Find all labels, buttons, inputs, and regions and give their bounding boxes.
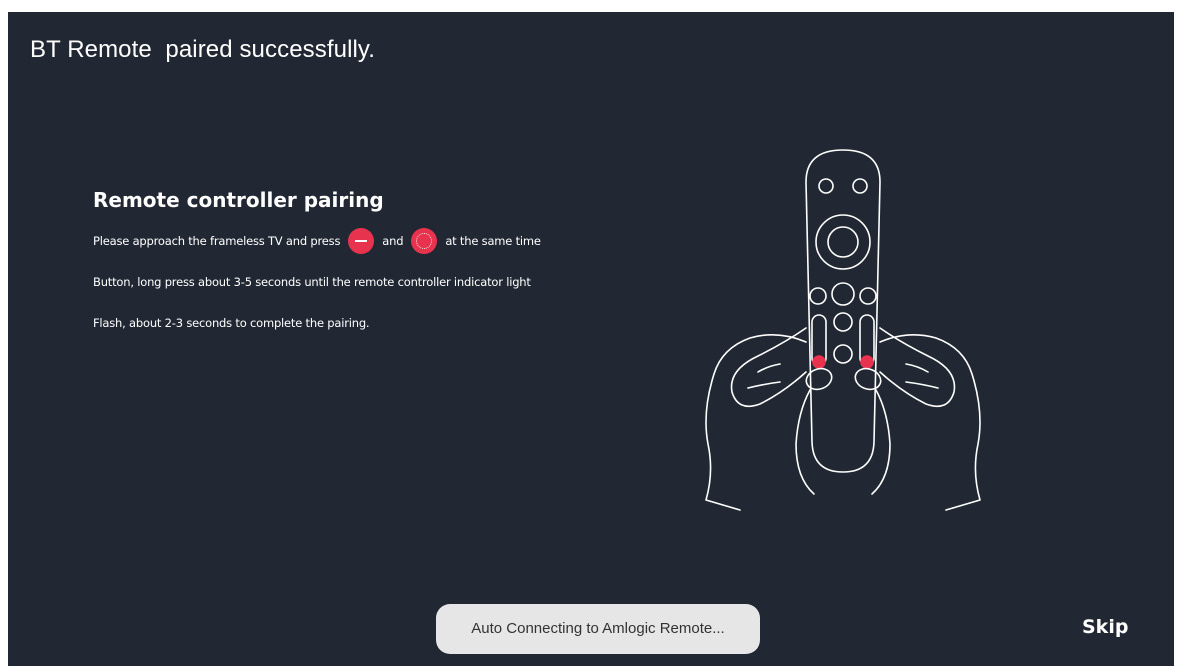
hands-holding-remote-icon — [705, 149, 981, 511]
instruction-line-1: Please approach the frameless TV and pre… — [93, 228, 693, 254]
minus-button-icon — [348, 228, 375, 254]
pairing-heading: Remote controller pairing — [93, 188, 384, 212]
pairing-screen: BT Remote paired successfully. Remote co… — [8, 12, 1174, 666]
dpad-button-icon — [411, 228, 438, 254]
instruction-line-3: Flash, about 2-3 seconds to complete the… — [93, 316, 370, 330]
pairing-status-title: BT Remote paired successfully. — [30, 36, 376, 63]
instruction-text: and — [382, 234, 404, 248]
instruction-line-2: Button, long press about 3-5 seconds unt… — [93, 275, 531, 289]
instruction-text: Please approach the frameless TV and pre… — [93, 234, 341, 248]
skip-button[interactable]: Skip — [1082, 616, 1128, 638]
instruction-text: at the same time — [445, 234, 541, 248]
connection-toast: Auto Connecting to Amlogic Remote... — [436, 604, 760, 654]
pairing-instructions: Remote controller pairing Please approac… — [93, 188, 693, 355]
